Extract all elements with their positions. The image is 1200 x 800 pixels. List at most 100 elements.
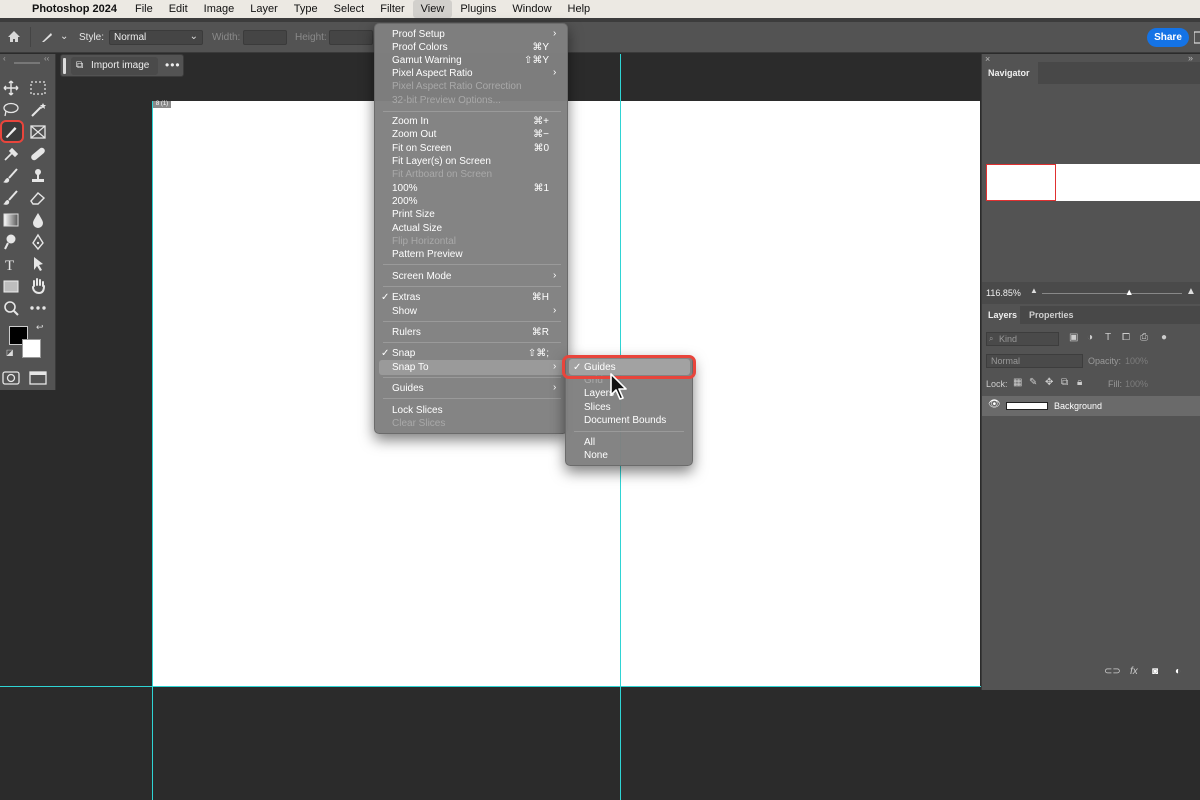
slice-tool-icon[interactable] [40,31,54,43]
submenu-item-document-bounds[interactable]: Document Bounds [584,414,666,427]
blend-mode-select[interactable]: Normal [986,354,1083,368]
menu-view[interactable]: View [412,0,453,18]
rectangle-tool-icon[interactable] [0,276,22,296]
hand-tool-icon[interactable] [27,276,49,296]
horizontal-guide[interactable] [0,686,981,687]
menu-item-100-percent[interactable]: 100% [392,182,418,195]
width-field[interactable] [243,30,287,45]
path-selection-icon[interactable] [27,254,49,274]
slice-tool-button[interactable] [0,120,24,143]
zoom-out-icon[interactable]: ▲ [1030,286,1038,295]
menu-item-screen-mode[interactable]: Screen Mode [392,270,451,283]
magic-wand-icon[interactable] [27,100,49,120]
menu-item-actual-size[interactable]: Actual Size [392,222,442,235]
fx-icon[interactable]: fx [1130,666,1138,677]
tab-layers[interactable]: Layers [982,306,1020,324]
lock-transparent-icon[interactable]: ▦ [1013,377,1022,388]
eye-visibility-icon[interactable]: 👁︎ [988,399,1001,410]
zoom-slider-thumb[interactable]: ▲ [1125,287,1134,297]
healing-brush-icon[interactable] [27,144,49,164]
menu-file[interactable]: File [127,0,161,18]
menu-plugins[interactable]: Plugins [452,0,504,18]
menu-item-print-size[interactable]: Print Size [392,208,435,221]
menu-layer[interactable]: Layer [242,0,286,18]
screen-mode-icon[interactable] [27,368,49,388]
menu-filter[interactable]: Filter [372,0,412,18]
swap-colors-icon[interactable]: ↩ [36,322,44,333]
menu-item-snap[interactable]: Snap [392,347,415,360]
quick-mask-icon[interactable] [0,368,22,388]
app-name[interactable]: Photoshop 2024 [28,0,127,18]
lasso-tool-icon[interactable] [0,100,22,120]
submenu-item-none[interactable]: None [584,449,608,462]
lock-pixels-icon[interactable]: ✎ [1029,377,1037,388]
history-brush-icon[interactable] [0,188,22,208]
menu-item-fit-on-screen[interactable]: Fit on Screen [392,142,451,155]
menu-item-guides[interactable]: Guides [392,382,424,395]
brush-tool-icon[interactable] [0,166,22,186]
menu-item-extras[interactable]: Extras [392,291,420,304]
menu-help[interactable]: Help [560,0,599,18]
zoom-tool-icon[interactable] [0,298,22,318]
tab-properties[interactable]: Properties [1029,310,1074,320]
type-filter-icon[interactable]: T [1105,332,1111,343]
adjustment-filter-icon[interactable]: ◑ [1087,332,1093,343]
height-field[interactable] [329,30,373,45]
submenu-item-all[interactable]: All [584,436,595,449]
lock-all-icon[interactable]: 🔒︎ [1077,377,1082,388]
menu-item-proof-setup[interactable]: Proof Setup [392,28,445,41]
collapse-left-icon[interactable]: ‹ [3,54,6,63]
style-select[interactable]: Normal ⌄ [109,30,203,45]
menu-item-snap-to[interactable]: Snap To [392,361,429,374]
menu-item-pixel-aspect-ratio[interactable]: Pixel Aspect Ratio [392,67,473,80]
zoom-slider-track[interactable] [1042,293,1182,294]
zoom-percentage[interactable]: 116.85% [986,288,1021,298]
eraser-icon[interactable] [27,188,49,208]
menu-item-zoom-in[interactable]: Zoom In [392,115,429,128]
menu-item-gamut-warning[interactable]: Gamut Warning [392,54,462,67]
default-colors-icon[interactable]: ◪ [6,348,14,357]
menu-edit[interactable]: Edit [161,0,196,18]
tool-preset-chevron-icon[interactable]: ⌄ [60,31,68,42]
clone-stamp-icon[interactable] [27,166,49,186]
navigator-view-box[interactable] [986,164,1056,201]
home-icon[interactable] [6,29,22,44]
drag-handle[interactable] [63,58,66,74]
blur-tool-icon[interactable] [27,210,49,230]
dodge-tool-icon[interactable] [0,232,22,252]
type-tool-icon[interactable]: T [0,254,22,274]
smart-object-filter-icon[interactable]: ⎙ [1140,332,1148,343]
add-mask-icon[interactable]: ◙ [1152,666,1158,677]
menu-item-fit-layers-on-screen[interactable]: Fit Layer(s) on Screen [392,155,491,168]
share-button[interactable]: Share [1147,28,1189,47]
zoom-in-icon[interactable]: ▲ [1186,286,1196,297]
eyedropper-icon[interactable] [0,144,22,164]
menu-item-pattern-preview[interactable]: Pattern Preview [392,248,463,261]
shape-filter-icon[interactable]: ⧠ [1122,332,1130,343]
opacity-value[interactable]: 100% [1125,356,1148,366]
menu-type[interactable]: Type [286,0,326,18]
more-options-icon[interactable]: ••• [165,58,181,72]
background-color-swatch[interactable] [22,339,41,358]
vertical-guide[interactable] [152,101,153,800]
menu-item-rulers[interactable]: Rulers [392,326,421,339]
gradient-tool-icon[interactable] [0,210,22,230]
more-icon[interactable] [1194,31,1200,45]
lock-position-icon[interactable]: ✥ [1045,377,1053,388]
collapse-right-icon[interactable]: ‹‹ [44,54,49,63]
marquee-tool-icon[interactable] [27,78,49,98]
menu-item-200-percent[interactable]: 200% [392,195,418,208]
adjustment-layer-icon[interactable]: ◐ [1175,666,1181,677]
move-tool-icon[interactable] [0,78,22,98]
menu-item-proof-colors[interactable]: Proof Colors [392,41,448,54]
pen-tool-icon[interactable] [27,232,49,252]
menu-window[interactable]: Window [504,0,559,18]
layer-filter-select[interactable]: ⌕ Kind [986,332,1059,346]
menu-select[interactable]: Select [326,0,373,18]
image-filter-icon[interactable]: ▣ [1069,332,1078,343]
menu-image[interactable]: Image [196,0,243,18]
lock-artboard-icon[interactable]: ⧉ [1061,377,1068,388]
menu-item-zoom-out[interactable]: Zoom Out [392,128,436,141]
more-tools-icon[interactable] [27,298,49,318]
frame-tool-icon[interactable] [27,122,49,142]
